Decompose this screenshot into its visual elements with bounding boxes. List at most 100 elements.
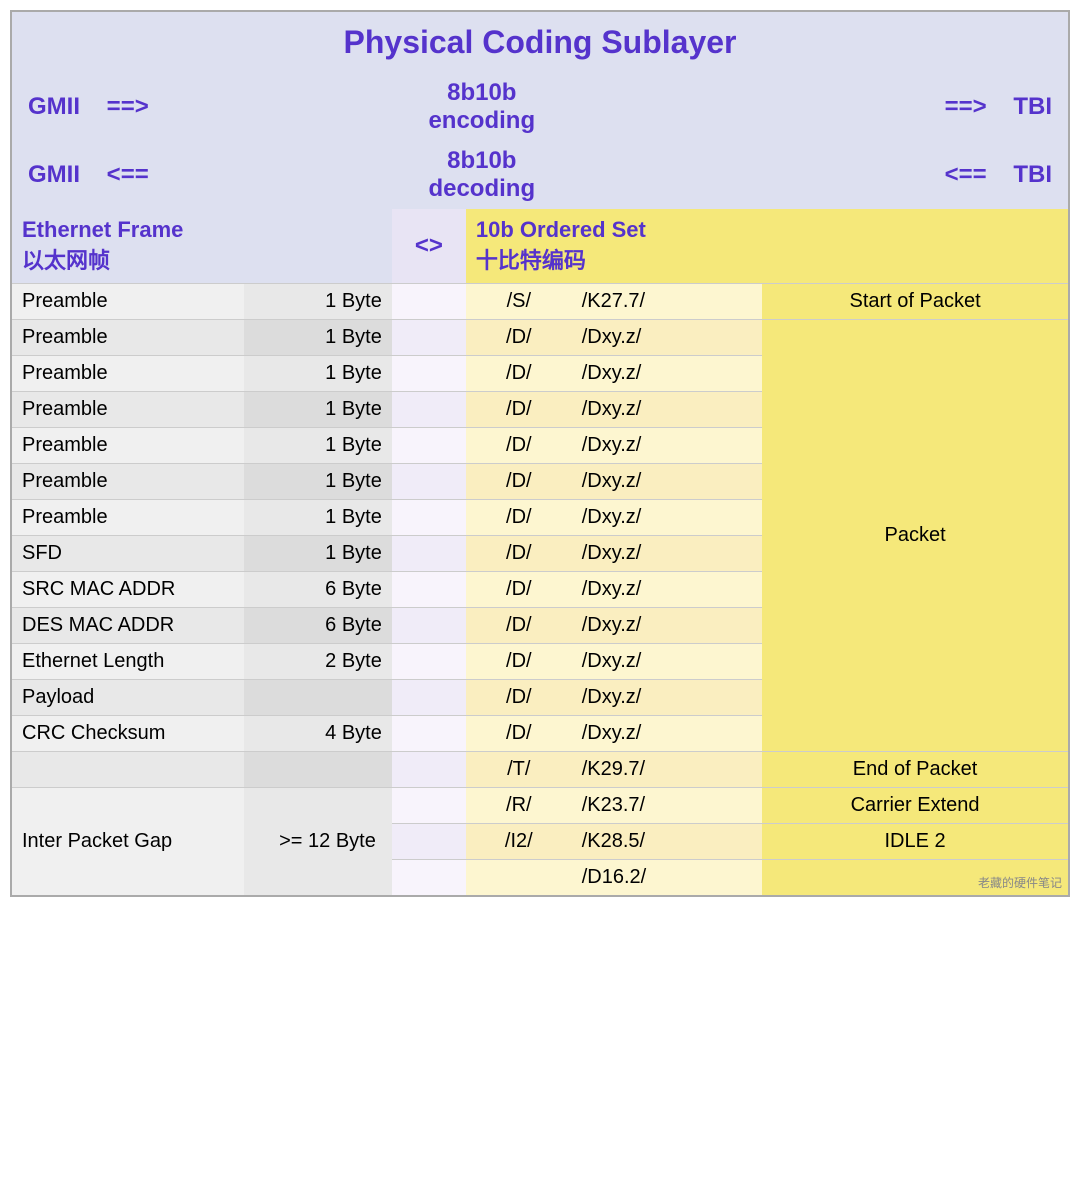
- watermark: 老藏的硬件笔记: [978, 874, 1062, 891]
- code-12: /D/: [466, 716, 572, 752]
- eth-size-12: 4 Byte: [244, 716, 392, 752]
- desc-16: 老藏的硬件笔记: [762, 860, 1069, 897]
- arrow-5: [392, 464, 466, 500]
- gmii-encoding-row: GMII ==> 8b10b encoding ==> TBI: [11, 73, 1069, 141]
- code2-11: /Dxy.z/: [572, 680, 762, 716]
- table-row: Preamble 1 Byte /S/ /K27.7/ Start of Pac…: [11, 284, 1069, 320]
- eth-size-6: 1 Byte: [244, 500, 392, 536]
- gmii-left-decoding: GMII <==: [11, 141, 392, 209]
- eth-name-6: Preamble: [11, 500, 244, 536]
- gmii-right-decoding: <== TBI: [572, 141, 1069, 209]
- code2-12: /Dxy.z/: [572, 716, 762, 752]
- eth-name-11: Payload: [11, 680, 244, 716]
- eth-size-10: 2 Byte: [244, 644, 392, 680]
- code-0: /S/: [466, 284, 572, 320]
- arrow-6: [392, 500, 466, 536]
- arrow-12: [392, 716, 466, 752]
- gmii-right-encoding: ==> TBI: [572, 73, 1069, 141]
- gmii-decoding-row: GMII <== 8b10b decoding <== TBI: [11, 141, 1069, 209]
- code-14: /R/: [466, 788, 572, 824]
- code-6: /D/: [466, 500, 572, 536]
- code2-4: /Dxy.z/: [572, 428, 762, 464]
- header-set-label: 10b Ordered Set: [476, 217, 1058, 243]
- eth-name-7: SFD: [11, 536, 244, 572]
- eth-name-2: Preamble: [11, 356, 244, 392]
- arrow-16: [392, 860, 466, 897]
- code2-1: /Dxy.z/: [572, 320, 762, 356]
- eth-name-9: DES MAC ADDR: [11, 608, 244, 644]
- eth-name-13: [11, 752, 244, 788]
- code2-10: /Dxy.z/: [572, 644, 762, 680]
- eth-name-0: Preamble: [11, 284, 244, 320]
- eth-size-3: 1 Byte: [244, 392, 392, 428]
- arrow-8: [392, 572, 466, 608]
- page-container: Physical Coding Sublayer GMII ==> 8b10b …: [0, 0, 1080, 907]
- eth-size-4: 1 Byte: [244, 428, 392, 464]
- code-11: /D/: [466, 680, 572, 716]
- arrow-1: [392, 320, 466, 356]
- arrow-13: [392, 752, 466, 788]
- arrow-7: [392, 536, 466, 572]
- code2-13: /K29.7/: [572, 752, 762, 788]
- code-15: /I2/: [466, 824, 572, 860]
- arrow-4: [392, 428, 466, 464]
- code2-3: /Dxy.z/: [572, 392, 762, 428]
- eth-name-3: Preamble: [11, 392, 244, 428]
- eth-name-12: CRC Checksum: [11, 716, 244, 752]
- desc-14: Carrier Extend: [762, 788, 1069, 824]
- code2-7: /Dxy.z/: [572, 536, 762, 572]
- arrow-3: [392, 392, 466, 428]
- table-row: Inter Packet Gap >= 12 Byte /R/ /K23.7/ …: [11, 788, 1069, 824]
- code-5: /D/: [466, 464, 572, 500]
- arrow-9: [392, 608, 466, 644]
- eth-name-5: Preamble: [11, 464, 244, 500]
- code2-6: /Dxy.z/: [572, 500, 762, 536]
- arrow-0: [392, 284, 466, 320]
- code2-8: /Dxy.z/: [572, 572, 762, 608]
- code-16: [466, 860, 572, 897]
- eth-size-11: [244, 680, 392, 716]
- eth-size-ipg: >= 12 Byte: [244, 788, 392, 897]
- eth-name-4: Preamble: [11, 428, 244, 464]
- code-9: /D/: [466, 608, 572, 644]
- code2-0: /K27.7/: [572, 284, 762, 320]
- code-4: /D/: [466, 428, 572, 464]
- eth-name-1: Preamble: [11, 320, 244, 356]
- desc-0: Start of Packet: [762, 284, 1069, 320]
- header-eth-label-cn: 以太网帧: [22, 243, 382, 275]
- eth-size-1: 1 Byte: [244, 320, 392, 356]
- gmii-center-encoding: 8b10b encoding: [392, 73, 572, 141]
- eth-size-8: 6 Byte: [244, 572, 392, 608]
- code2-16: /D16.2/: [572, 860, 762, 897]
- code-7: /D/: [466, 536, 572, 572]
- header-10b: 10b Ordered Set 十比特编码: [466, 209, 1069, 284]
- header-set-label-cn: 十比特编码: [476, 243, 1058, 275]
- desc-15: IDLE 2: [762, 824, 1069, 860]
- arrow-11: [392, 680, 466, 716]
- eth-size-5: 1 Byte: [244, 464, 392, 500]
- arrow-15: [392, 824, 466, 860]
- code-3: /D/: [466, 392, 572, 428]
- code-10: /D/: [466, 644, 572, 680]
- arrow-10: [392, 644, 466, 680]
- code2-15: /K28.5/: [572, 824, 762, 860]
- eth-size-2: 1 Byte: [244, 356, 392, 392]
- code2-14: /K23.7/: [572, 788, 762, 824]
- desc-13: End of Packet: [762, 752, 1069, 788]
- header-ethernet: Ethernet Frame 以太网帧: [11, 209, 392, 284]
- packet-merged-cell: Packet: [762, 320, 1069, 752]
- eth-size-13: [244, 752, 392, 788]
- code-2: /D/: [466, 356, 572, 392]
- code2-5: /Dxy.z/: [572, 464, 762, 500]
- eth-name-ipg: Inter Packet Gap: [11, 788, 244, 897]
- code2-9: /Dxy.z/: [572, 608, 762, 644]
- eth-name-8: SRC MAC ADDR: [11, 572, 244, 608]
- eth-size-0: 1 Byte: [244, 284, 392, 320]
- code-13: /T/: [466, 752, 572, 788]
- header-eth-label: Ethernet Frame: [22, 217, 382, 243]
- main-table: Physical Coding Sublayer GMII ==> 8b10b …: [10, 10, 1070, 897]
- header-row: Ethernet Frame 以太网帧 <> 10b Ordered Set 十…: [11, 209, 1069, 284]
- eth-name-10: Ethernet Length: [11, 644, 244, 680]
- table-row: Preamble 1 Byte /D/ /Dxy.z/ Packet: [11, 320, 1069, 356]
- code-8: /D/: [466, 572, 572, 608]
